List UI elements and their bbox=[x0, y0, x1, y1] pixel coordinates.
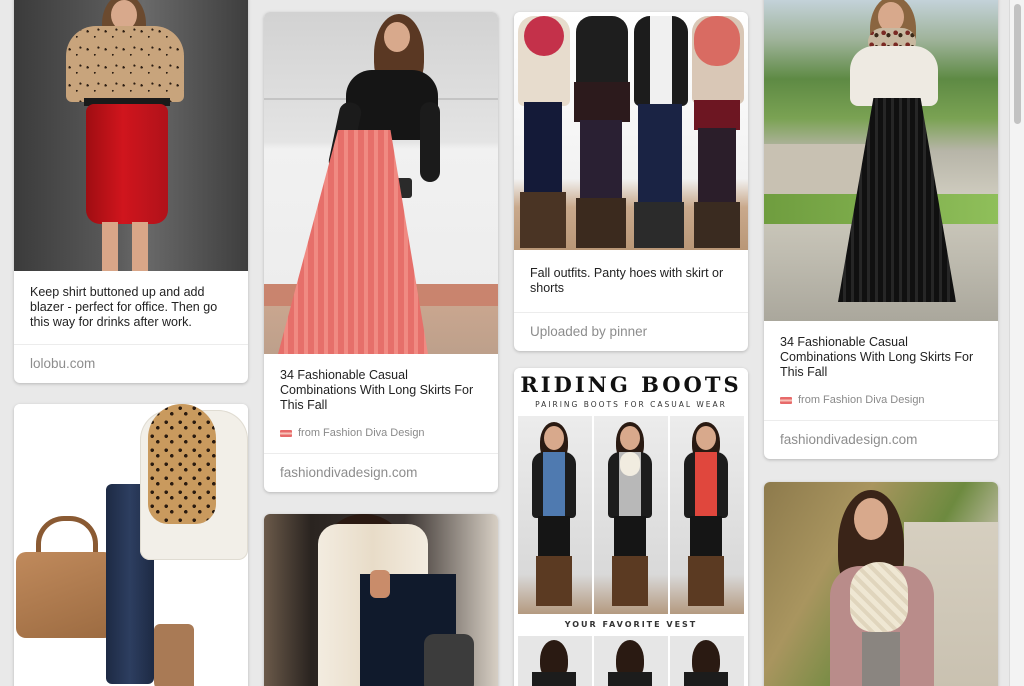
cream-scarf bbox=[850, 562, 908, 632]
pin-card[interactable] bbox=[14, 404, 248, 686]
head bbox=[854, 498, 888, 540]
leg bbox=[102, 222, 118, 271]
pin-image[interactable] bbox=[264, 12, 498, 354]
pin-source[interactable]: from Fashion Diva Design bbox=[264, 427, 498, 453]
black-maxi-skirt bbox=[838, 98, 956, 302]
pin-image[interactable]: RIDING BOOTS PAIRING BOOTS FOR CASUAL WE… bbox=[514, 368, 748, 686]
pin-card[interactable]: RIDING BOOTS PAIRING BOOTS FOR CASUAL WE… bbox=[514, 368, 748, 686]
jeans bbox=[638, 104, 682, 214]
handbag bbox=[16, 552, 114, 638]
pin-domain-link[interactable]: lolobu.com bbox=[14, 344, 248, 383]
leopard-top bbox=[66, 26, 184, 102]
pin-card[interactable]: 34 Fashionable Casual Combinations With … bbox=[264, 12, 498, 492]
photo-panel bbox=[670, 416, 744, 614]
tights bbox=[580, 120, 622, 210]
head bbox=[544, 426, 564, 450]
leopard-scarf bbox=[148, 404, 216, 524]
pin-source[interactable]: from Fashion Diva Design bbox=[764, 394, 998, 420]
arm bbox=[420, 102, 440, 182]
pink-maxi-skirt bbox=[278, 130, 428, 354]
pin-image[interactable] bbox=[264, 514, 498, 686]
head bbox=[620, 426, 640, 450]
pin-image[interactable] bbox=[764, 0, 998, 321]
source-favicon-icon bbox=[780, 396, 792, 404]
leg bbox=[132, 222, 148, 271]
scrollbar-thumb[interactable] bbox=[1014, 4, 1021, 124]
pin-image[interactable] bbox=[764, 482, 998, 686]
pin-card[interactable] bbox=[264, 514, 498, 686]
scrollbar[interactable] bbox=[1009, 0, 1024, 686]
tights bbox=[698, 128, 736, 212]
pin-description: Fall outfits. Panty hoes with skirt or s… bbox=[530, 266, 724, 295]
bag bbox=[424, 634, 474, 686]
pin-card[interactable]: 34 Fashionable Casual Combinations With … bbox=[764, 0, 998, 459]
pin-source-label: from Fashion Diva Design bbox=[798, 394, 925, 406]
cream-sweater bbox=[850, 46, 938, 106]
head bbox=[384, 22, 410, 52]
pin-description: 34 Fashionable Casual Combinations With … bbox=[280, 368, 474, 412]
photo-panel bbox=[594, 416, 668, 614]
pin-domain-link[interactable]: fashiondivadesign.com bbox=[264, 453, 498, 492]
source-favicon-icon bbox=[280, 429, 292, 437]
vest bbox=[532, 452, 576, 518]
pin-card[interactable]: Keep shirt buttoned up and add blazer - … bbox=[14, 0, 248, 383]
pin-description: Keep shirt buttoned up and add blazer - … bbox=[30, 285, 218, 329]
head bbox=[696, 426, 716, 450]
collage-subtitle: PAIRING BOOTS FOR CASUAL WEAR bbox=[535, 400, 727, 409]
jacket bbox=[634, 16, 688, 106]
pin-card[interactable] bbox=[764, 482, 998, 686]
vest bbox=[684, 452, 728, 518]
skirt bbox=[694, 100, 740, 130]
pin-domain-link[interactable]: Uploaded by pinner bbox=[514, 312, 748, 351]
pin-description: 34 Fashionable Casual Combinations With … bbox=[780, 335, 974, 379]
collage-title: RIDING BOOTS bbox=[520, 372, 742, 397]
vest bbox=[684, 672, 728, 686]
pin-source-label: from Fashion Diva Design bbox=[298, 427, 425, 439]
vest bbox=[608, 672, 652, 686]
top bbox=[862, 632, 900, 686]
scarf bbox=[524, 16, 564, 56]
photo-panel bbox=[670, 636, 744, 686]
scarf bbox=[620, 452, 640, 476]
boot bbox=[154, 624, 194, 686]
boots bbox=[576, 198, 626, 248]
boots bbox=[694, 202, 740, 248]
pin-domain-link[interactable]: fashiondivadesign.com bbox=[764, 420, 998, 459]
boots bbox=[634, 202, 684, 248]
pin-image[interactable] bbox=[514, 12, 748, 250]
photo-panel bbox=[594, 636, 668, 686]
scarf bbox=[694, 16, 740, 66]
pin-board: Keep shirt buttoned up and add blazer - … bbox=[0, 0, 1024, 686]
top bbox=[576, 16, 628, 88]
collage-caption: YOUR FAVORITE VEST bbox=[564, 620, 698, 629]
photo-panel bbox=[518, 636, 592, 686]
vest bbox=[532, 672, 576, 686]
shorts bbox=[574, 82, 630, 122]
pin-card[interactable]: Fall outfits. Panty hoes with skirt or s… bbox=[514, 12, 748, 351]
red-skirt bbox=[86, 104, 168, 224]
boots bbox=[612, 556, 648, 606]
boots bbox=[688, 556, 724, 606]
coffee-cup bbox=[370, 570, 390, 598]
pin-image[interactable] bbox=[14, 404, 248, 686]
pin-image[interactable] bbox=[14, 0, 248, 271]
boots bbox=[520, 192, 566, 248]
photo-panel bbox=[518, 416, 592, 614]
boots bbox=[536, 556, 572, 606]
